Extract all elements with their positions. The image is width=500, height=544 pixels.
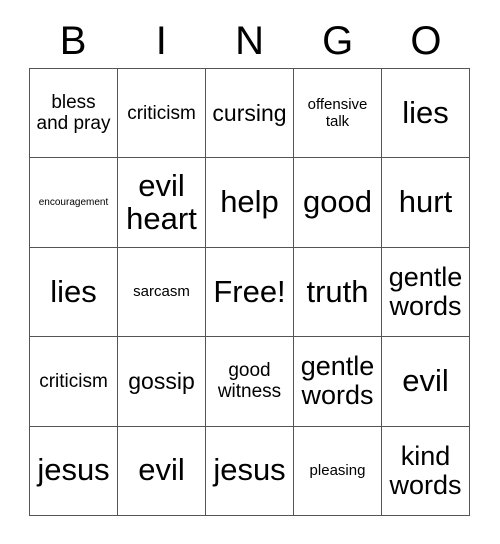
bingo-cell-label: truth: [306, 273, 369, 309]
bingo-cell-b5[interactable]: jesus: [30, 426, 118, 516]
bingo-cell-o5[interactable]: kind words: [382, 426, 470, 516]
bingo-cell-i3[interactable]: sarcasm: [118, 247, 206, 338]
bingo-cell-n4[interactable]: good witness: [206, 337, 294, 427]
bingo-cell-o4[interactable]: evil: [382, 337, 470, 427]
bingo-cell-label: evil: [402, 362, 449, 398]
bingo-cell-label: gossip: [128, 367, 195, 394]
bingo-cell-n5[interactable]: jesus: [206, 426, 294, 516]
bingo-cell-g4[interactable]: gentle words: [294, 337, 382, 427]
bingo-cell-label: gentle words: [300, 351, 375, 411]
bingo-cell-label: offensive talk: [307, 96, 368, 131]
bingo-cell-b2[interactable]: encouragement: [30, 158, 118, 248]
bingo-grid: bless and pray criticism cursing offensi…: [29, 68, 470, 516]
bingo-cell-label: pleasing: [309, 462, 366, 480]
bingo-cell-i4[interactable]: gossip: [118, 337, 206, 427]
bingo-cell-label: good: [303, 184, 372, 220]
header-letter-n: N: [235, 19, 264, 63]
free-space-label: Free!: [213, 273, 286, 309]
bingo-cell-i2[interactable]: evil heart: [118, 158, 206, 248]
bingo-cell-label: lies: [402, 94, 449, 130]
bingo-cell-o1[interactable]: lies: [382, 69, 470, 159]
bingo-header-row: B I N G O: [29, 14, 470, 68]
bingo-cell-g3[interactable]: truth: [294, 247, 382, 338]
bingo-cell-i1[interactable]: criticism: [118, 69, 206, 159]
bingo-cell-o3[interactable]: gentle words: [382, 247, 470, 338]
bingo-cell-n2[interactable]: help: [206, 158, 294, 248]
bingo-cell-label: jesus: [37, 452, 110, 488]
header-letter-g: G: [322, 19, 354, 63]
bingo-cell-label: bless and pray: [36, 91, 111, 135]
bingo-cell-label: jesus: [213, 452, 286, 488]
bingo-cell-label: encouragement: [38, 196, 109, 208]
header-letter-o: O: [410, 19, 442, 63]
bingo-cell-b3[interactable]: lies: [30, 247, 118, 338]
bingo-card: B I N G O bless and pray criticism cursi…: [0, 0, 500, 544]
bingo-cell-label: evil heart: [126, 167, 197, 236]
bingo-cell-label: lies: [50, 273, 97, 309]
bingo-cell-label: cursing: [212, 99, 287, 126]
header-letter-i: I: [155, 19, 167, 63]
bingo-cell-label: help: [220, 184, 279, 220]
bingo-cell-label: sarcasm: [133, 283, 190, 301]
bingo-cell-label: criticism: [39, 370, 108, 392]
bingo-cell-i5[interactable]: evil: [118, 426, 206, 516]
bingo-cell-b1[interactable]: bless and pray: [30, 69, 118, 159]
header-letter-b: B: [59, 19, 87, 63]
bingo-cell-label: criticism: [127, 102, 196, 124]
bingo-cell-label: evil: [138, 452, 185, 488]
bingo-cell-label: hurt: [398, 184, 453, 220]
bingo-cell-b4[interactable]: criticism: [30, 337, 118, 427]
bingo-cell-g5[interactable]: pleasing: [294, 426, 382, 516]
bingo-cell-o2[interactable]: hurt: [382, 158, 470, 248]
bingo-cell-label: gentle words: [388, 261, 463, 321]
bingo-cell-g2[interactable]: good: [294, 158, 382, 248]
bingo-cell-g1[interactable]: offensive talk: [294, 69, 382, 159]
bingo-cell-label: kind words: [389, 440, 462, 500]
bingo-cell-n1[interactable]: cursing: [206, 69, 294, 159]
bingo-cell-free-space[interactable]: Free!: [206, 247, 294, 338]
bingo-cell-label: good witness: [217, 360, 282, 403]
